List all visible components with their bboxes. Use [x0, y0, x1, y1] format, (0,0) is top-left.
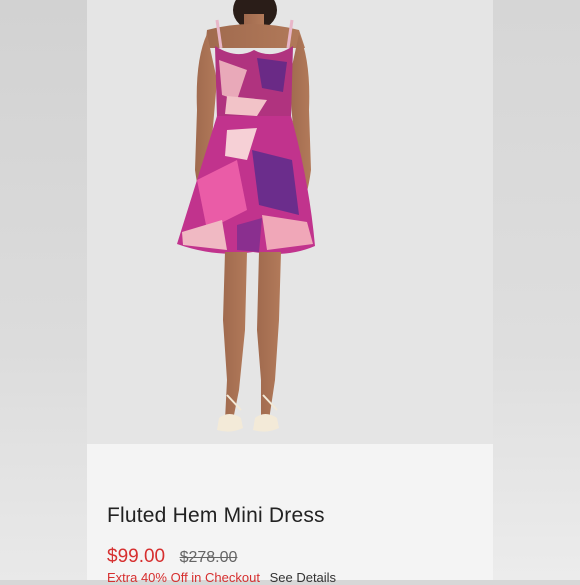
product-title: Fluted Hem Mini Dress — [107, 504, 325, 527]
sale-price: $99.00 — [107, 546, 166, 567]
price-row: $99.00 $278.00 — [107, 546, 237, 568]
blurred-background-right — [493, 0, 580, 580]
product-image[interactable] — [87, 0, 493, 444]
promo-row: Extra 40% Off in Checkout See Details — [107, 570, 336, 585]
product-info-panel: Fluted Hem Mini Dress $99.00 $278.00 Ext… — [87, 444, 493, 585]
blurred-background-left — [0, 0, 87, 580]
model-illustration — [177, 0, 315, 432]
original-price: $278.00 — [179, 549, 238, 566]
promo-text: Extra 40% Off in Checkout — [107, 570, 260, 585]
see-details-link[interactable]: See Details — [270, 570, 336, 585]
